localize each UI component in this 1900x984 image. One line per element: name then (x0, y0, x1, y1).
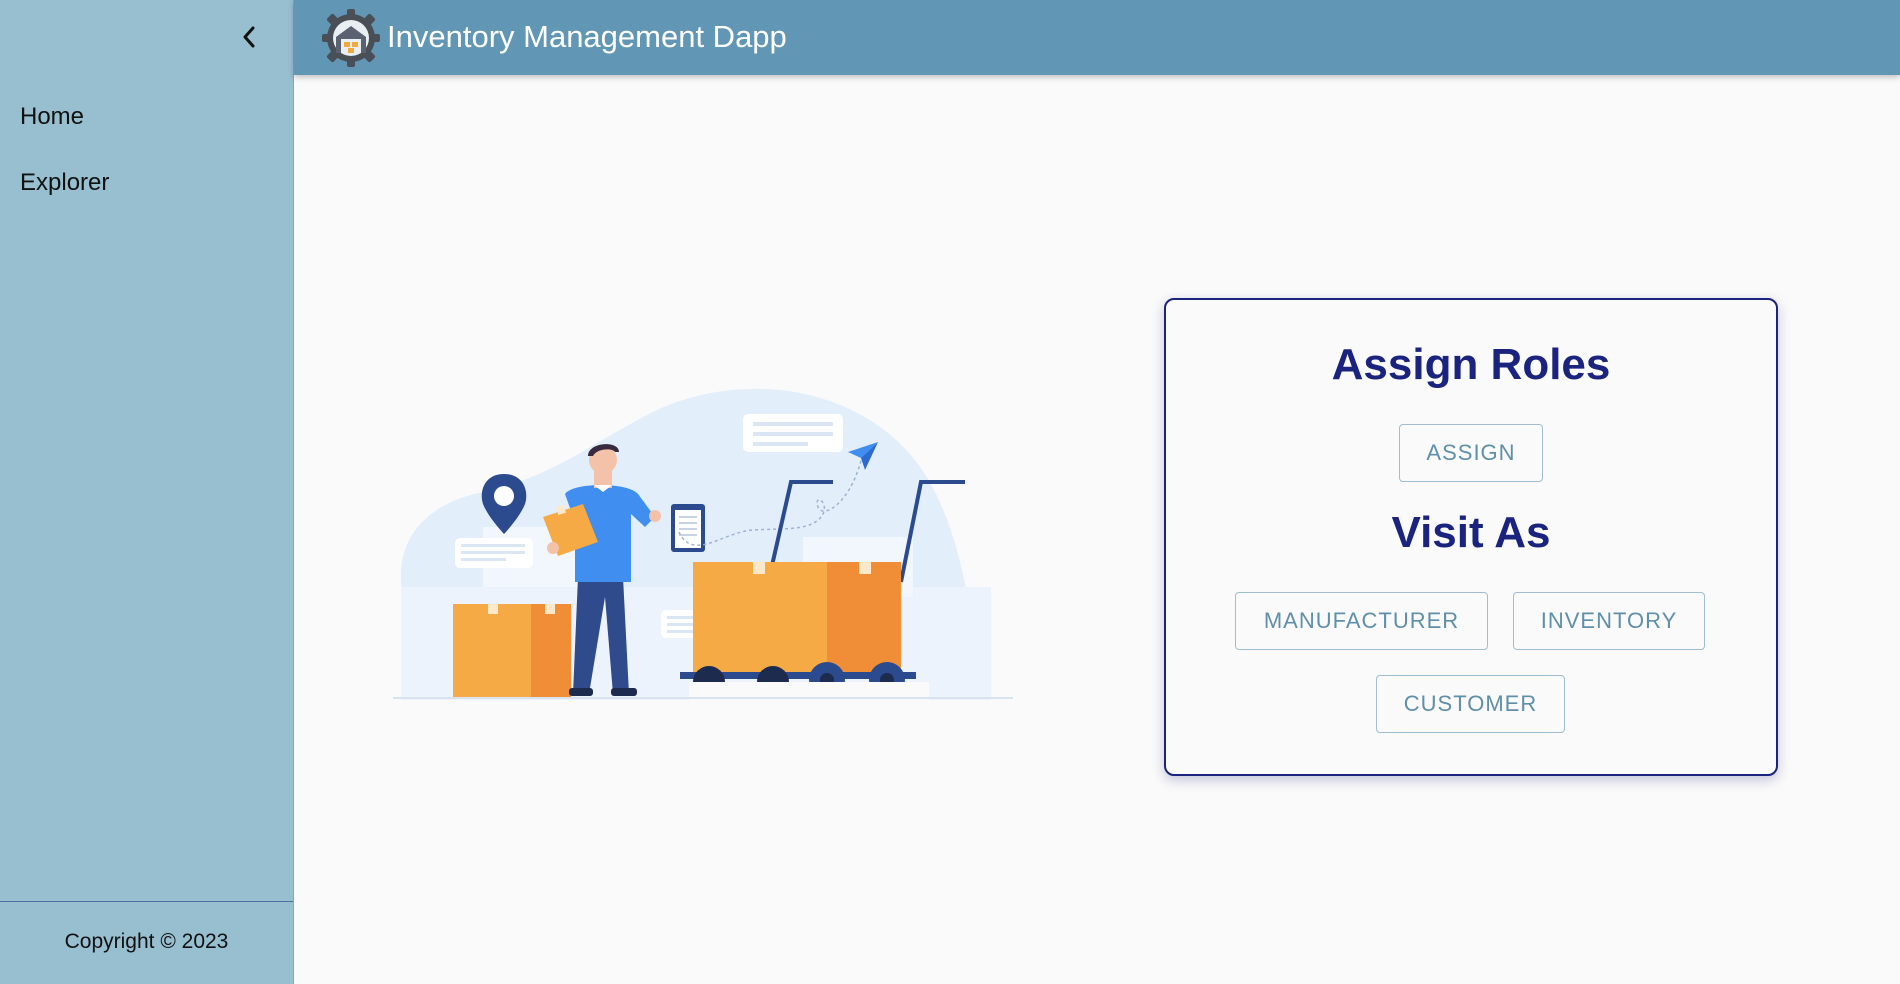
chevron-left-icon (243, 26, 255, 48)
manufacturer-button[interactable]: MANUFACTURER (1235, 592, 1488, 650)
inventory-button[interactable]: INVENTORY (1513, 592, 1705, 650)
role-card: Assign Roles ASSIGN Visit As MANUFACTURE… (1164, 298, 1778, 776)
assign-button[interactable]: ASSIGN (1399, 424, 1543, 482)
visit-as-heading: Visit As (1391, 508, 1551, 557)
app-title: Inventory Management Dapp (387, 19, 787, 54)
sidebar-divider (0, 901, 293, 902)
sidebar: Home Explorer Copyright © 2023 (0, 0, 294, 984)
warehouse-illustration (393, 388, 1013, 700)
app-header: Inventory Management Dapp (294, 0, 1900, 75)
sidebar-item-home[interactable]: Home (20, 103, 84, 131)
sidebar-item-explorer[interactable]: Explorer (20, 169, 109, 197)
collapse-sidebar-button[interactable] (234, 20, 264, 54)
warehouse-gear-logo-icon (322, 9, 380, 67)
copyright-text: Copyright © 2023 (64, 930, 229, 953)
customer-button[interactable]: CUSTOMER (1376, 675, 1565, 733)
assign-roles-heading: Assign Roles (1331, 340, 1611, 389)
